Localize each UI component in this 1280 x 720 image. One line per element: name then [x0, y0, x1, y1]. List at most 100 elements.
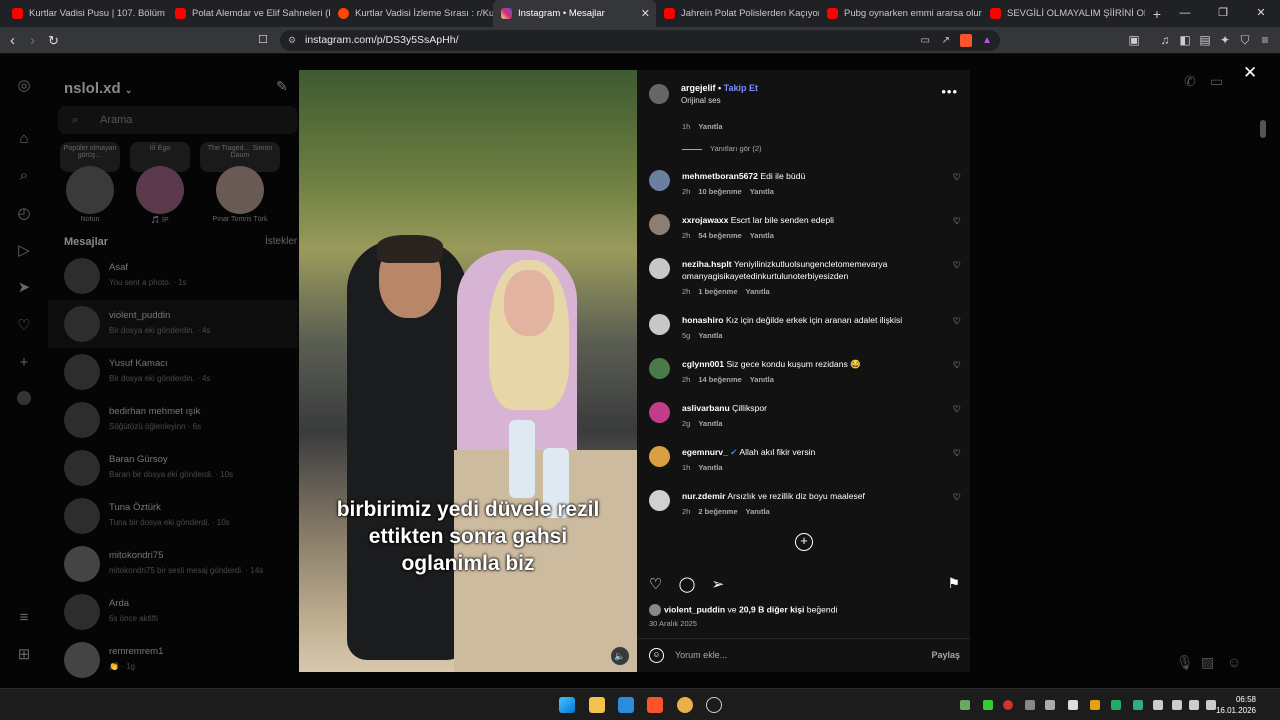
photos-icon[interactable]	[618, 697, 634, 713]
reply-button[interactable]: Yanıtla	[750, 231, 774, 240]
like-comment-icon[interactable]: ♡	[953, 172, 961, 183]
more-menu-icon[interactable]: ≡	[14, 608, 34, 628]
phone-icon[interactable]: ✆	[1184, 73, 1202, 91]
image-icon[interactable]: ▨	[1201, 654, 1219, 672]
tray-icon[interactable]	[1090, 700, 1100, 710]
panel-icon[interactable]: ◧	[1178, 33, 1192, 47]
share-icon[interactable]: ↗	[942, 30, 950, 51]
post-comment-button[interactable]: Paylaş	[931, 650, 960, 660]
bookmark-icon[interactable]: ⚑	[947, 575, 960, 592]
brave-browser-icon[interactable]	[647, 697, 663, 713]
avatar[interactable]	[649, 258, 670, 279]
meta-apps-icon[interactable]: ⊞	[14, 645, 34, 665]
comment-username[interactable]: xxrojawaxx	[682, 215, 728, 225]
share-icon[interactable]: ➢	[712, 576, 725, 593]
reply-button[interactable]: Yanıtla	[750, 375, 774, 384]
like-icon[interactable]: ♡	[649, 576, 662, 593]
site-info-icon[interactable]: ⚙	[288, 30, 296, 51]
requests-link[interactable]: İstekler	[265, 236, 297, 247]
browser-tab-active[interactable]: Instagram • Mesajlar ✕	[493, 0, 656, 27]
browser-tab[interactable]: Kurtlar Vadisi Pusu | 107. Bölüm | Yü…	[4, 0, 167, 27]
tray-icon[interactable]	[1003, 700, 1013, 710]
cast-icon[interactable]: ▭	[921, 30, 930, 51]
compose-icon[interactable]: ✎	[276, 78, 288, 95]
emoji-icon[interactable]: ☺	[649, 648, 664, 663]
post-video[interactable]: birbirimiz yedi düvele rezil ettikten so…	[299, 70, 637, 672]
reels-icon[interactable]: ▷	[14, 241, 34, 261]
browser-tab[interactable]: Pubg oynarken emmi ararsa olur gib…	[819, 0, 982, 27]
comment-username[interactable]: cglynn001	[682, 359, 724, 369]
explore-icon[interactable]: ◴	[14, 204, 34, 224]
volume-icon[interactable]	[1189, 700, 1199, 710]
chat-item[interactable]: Baran Gürsoy Baran bir dosya eki gönderdi…	[48, 444, 298, 492]
note-item[interactable]: Popüler olmayan görüş… Notun	[60, 142, 120, 223]
like-comment-icon[interactable]: ♡	[953, 492, 961, 503]
microphone-icon[interactable]	[1153, 700, 1163, 710]
dm-search-input[interactable]: ⌕ Arama	[58, 106, 298, 134]
likes-count[interactable]: 20,9 B diğer kişi	[739, 604, 804, 614]
more-options-icon[interactable]: •••	[941, 84, 958, 99]
tray-icon[interactable]	[1133, 700, 1143, 710]
back-icon[interactable]: ‹	[10, 27, 15, 54]
reply-button[interactable]: Yanıtla	[746, 287, 770, 296]
author-avatar[interactable]	[649, 84, 669, 104]
create-icon[interactable]: +	[14, 353, 34, 373]
chat-item[interactable]: mitokondri75 mitokondri75 bir sesli mesaj…	[48, 540, 298, 588]
tray-icon[interactable]	[1025, 700, 1035, 710]
bookmark-icon[interactable]: ☐	[258, 27, 268, 54]
comment-input[interactable]: Yorum ekle...	[675, 650, 727, 660]
note-item[interactable]: Iİİ Ego 🎵 İP	[130, 142, 190, 224]
avatar[interactable]	[649, 358, 670, 379]
tray-icon[interactable]	[960, 700, 970, 710]
close-tab-icon[interactable]: ✕	[641, 7, 650, 20]
tray-icon[interactable]	[1068, 700, 1078, 710]
tray-icon[interactable]	[1045, 700, 1055, 710]
url-field[interactable]: ⚙ instagram.com/p/DS3y5SsApHh/ ▭ ↗ ▲	[280, 30, 1000, 51]
author-name[interactable]: argejelif	[681, 83, 716, 93]
notifications-icon[interactable]: ♡	[14, 316, 34, 336]
chat-item[interactable]: remremrem1 👏 · 1g	[48, 636, 298, 684]
scrollbar-thumb[interactable]	[1260, 120, 1266, 138]
reply-button[interactable]: Yanıtla	[746, 507, 770, 516]
chat-item[interactable]: bedirhan mehmet ışık Söğütözü öğlenleyinn…	[48, 396, 298, 444]
follow-button[interactable]: Takip Et	[724, 83, 758, 93]
like-comment-icon[interactable]: ♡	[953, 448, 961, 459]
minimize-button[interactable]: —	[1166, 0, 1204, 27]
like-comment-icon[interactable]: ♡	[953, 404, 961, 415]
tray-icon[interactable]	[983, 700, 993, 710]
sticker-icon[interactable]: ☺	[1227, 654, 1245, 672]
liker-username[interactable]: violent_puddin	[664, 604, 725, 614]
profile-avatar[interactable]	[17, 391, 31, 405]
dm-username[interactable]: nslol.xd ⌄	[64, 80, 132, 97]
like-comment-icon[interactable]: ♡	[953, 260, 961, 271]
close-window-button[interactable]: ✕	[1242, 0, 1280, 27]
like-comment-icon[interactable]: ♡	[953, 316, 961, 327]
microphone-icon[interactable]: 🎙	[1176, 654, 1194, 672]
reply-button[interactable]: Yanıtla	[698, 122, 722, 131]
network-icon[interactable]	[1172, 700, 1182, 710]
speaker-icon[interactable]: 🔈	[611, 647, 629, 665]
wallet-icon[interactable]: ▤	[1198, 33, 1212, 47]
load-more-comments-icon[interactable]: +	[795, 533, 813, 551]
windows-start-icon[interactable]	[559, 697, 575, 713]
chat-item[interactable]: Asaf You sent a photo. · 1s	[48, 252, 298, 300]
avatar[interactable]	[649, 214, 670, 235]
forward-icon[interactable]: ›	[30, 27, 35, 54]
avatar[interactable]	[649, 446, 670, 467]
comment-username[interactable]: mehmetboran5672	[682, 171, 758, 181]
comment-username[interactable]: egemnurv_	[682, 447, 728, 457]
home-icon[interactable]: ⌂	[14, 129, 34, 149]
chat-item[interactable]: Arda 6s önce aktifti	[48, 588, 298, 636]
browser-tab[interactable]: Kurtlar Vadisi İzleme Sırası : r/Kurtlar…	[330, 0, 493, 27]
close-modal-icon[interactable]: ✕	[1243, 63, 1257, 83]
brave-rewards-icon[interactable]: ▲	[982, 30, 992, 51]
sidebar-toggle-icon[interactable]: ▣	[1127, 33, 1141, 47]
reply-button[interactable]: Yanıtla	[698, 331, 722, 340]
comment-username[interactable]: aslivarbanu	[682, 403, 730, 413]
note-item[interactable]: The Traged… Simon Daum Pınar Tomris Türk	[200, 142, 280, 223]
brave-shields-icon[interactable]	[960, 34, 972, 47]
clock[interactable]: 06:58 16.01.2026	[1216, 694, 1256, 716]
browser-tab[interactable]: SEVGİLİ OLMAYALIM ŞİİRİNİ OKUYA…	[982, 0, 1145, 27]
comment-username[interactable]: nur.zdemir	[682, 491, 725, 501]
leo-icon[interactable]: ✦	[1218, 33, 1232, 47]
